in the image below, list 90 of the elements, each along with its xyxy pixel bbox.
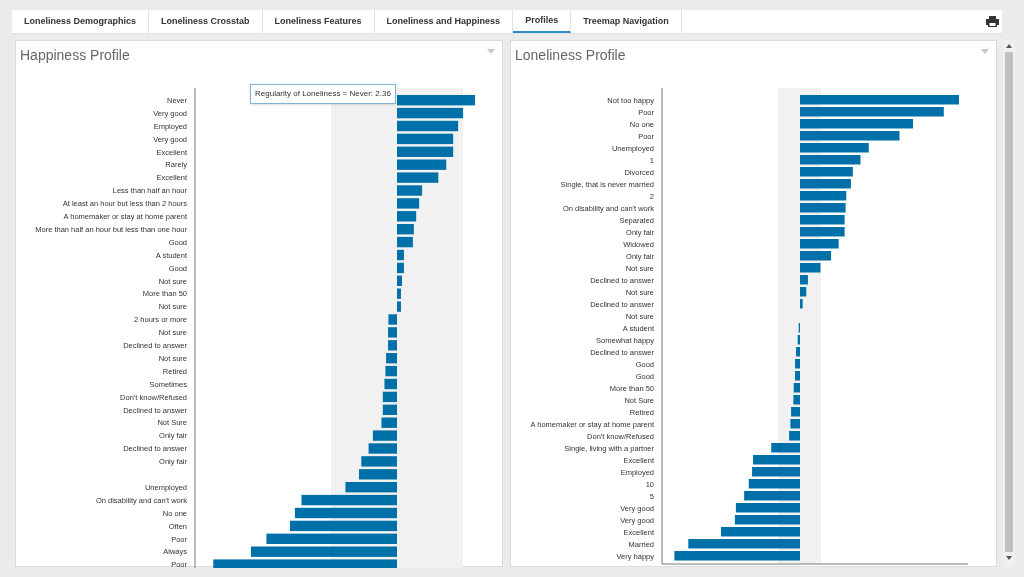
bar[interactable] (800, 107, 944, 117)
bar[interactable] (800, 227, 845, 237)
bar[interactable] (294, 507, 397, 519)
bar[interactable] (800, 239, 839, 249)
print-icon[interactable] (986, 16, 999, 27)
bar[interactable] (397, 262, 404, 274)
tab[interactable]: Profiles (513, 10, 572, 33)
bar[interactable] (359, 469, 397, 480)
bar[interactable] (800, 143, 869, 153)
bar[interactable] (790, 419, 800, 429)
bar[interactable] (345, 482, 397, 493)
bar[interactable] (721, 527, 800, 537)
bar[interactable] (397, 107, 464, 119)
bar[interactable] (800, 167, 853, 177)
panel-title: Loneliness Profile (515, 46, 626, 64)
bar[interactable] (800, 95, 959, 105)
scrollbar-thumb[interactable] (1005, 52, 1013, 552)
bar[interactable] (800, 119, 914, 129)
bar[interactable] (382, 404, 397, 415)
bar[interactable] (674, 551, 800, 561)
bar[interactable] (800, 179, 851, 189)
bar[interactable] (368, 443, 397, 454)
bar[interactable] (793, 395, 800, 405)
bar[interactable] (397, 172, 439, 183)
bar[interactable] (385, 365, 397, 377)
bar[interactable] (753, 455, 800, 465)
bar[interactable] (388, 327, 397, 338)
bar[interactable] (382, 391, 397, 403)
bar[interactable] (771, 443, 800, 453)
bar[interactable] (289, 520, 397, 532)
bar[interactable] (796, 347, 800, 357)
bar[interactable] (800, 155, 861, 165)
bar[interactable] (791, 407, 800, 417)
scrollbar[interactable] (1003, 40, 1015, 567)
bar[interactable] (744, 491, 800, 501)
bar[interactable] (800, 299, 803, 309)
bar[interactable] (795, 371, 800, 381)
bar[interactable] (397, 211, 417, 222)
tab[interactable]: Loneliness Crosstab (149, 10, 263, 33)
bar[interactable] (388, 340, 397, 351)
bar[interactable] (800, 131, 900, 141)
bar[interactable] (397, 236, 413, 248)
bar[interactable] (800, 263, 821, 273)
bar[interactable] (372, 430, 397, 441)
bar[interactable] (734, 515, 800, 525)
bar[interactable] (397, 120, 459, 132)
bar[interactable] (384, 378, 397, 390)
bar[interactable] (800, 287, 807, 297)
bar[interactable] (397, 185, 423, 196)
bar[interactable] (800, 203, 846, 213)
scroll-up-icon[interactable] (1006, 44, 1012, 48)
bar[interactable] (301, 494, 397, 506)
bar[interactable] (752, 467, 800, 477)
bar[interactable] (397, 301, 401, 312)
dropdown-caret-icon[interactable] (981, 49, 989, 54)
bar[interactable] (397, 224, 414, 235)
bar[interactable] (735, 503, 800, 513)
bar[interactable] (361, 456, 397, 467)
bar[interactable] (789, 431, 800, 441)
bar[interactable] (388, 314, 397, 325)
bar[interactable] (397, 159, 447, 170)
bar[interactable] (797, 335, 800, 345)
tab[interactable]: Loneliness Features (262, 10, 375, 33)
bar[interactable] (250, 546, 397, 557)
bar[interactable] (397, 288, 401, 299)
bar[interactable] (800, 215, 845, 225)
bar[interactable] (381, 417, 397, 428)
bar[interactable] (800, 251, 832, 261)
bar[interactable] (397, 275, 402, 286)
bar[interactable] (800, 191, 847, 201)
tab[interactable]: Loneliness Demographics (12, 10, 150, 33)
bar[interactable] (800, 275, 808, 285)
scroll-down-icon[interactable] (1006, 556, 1012, 560)
bar[interactable] (793, 383, 800, 393)
dropdown-caret-icon[interactable] (487, 49, 495, 54)
bar[interactable] (386, 353, 397, 364)
tab[interactable]: Treemap Navigation (571, 10, 682, 33)
bar[interactable] (397, 249, 404, 261)
bar[interactable] (397, 95, 475, 106)
bar[interactable] (266, 533, 397, 544)
bar[interactable] (795, 359, 800, 369)
bar[interactable] (213, 559, 397, 568)
tooltip: Regularity of Loneliness = Never: 2.36 (250, 84, 396, 104)
bar[interactable] (397, 146, 454, 157)
bar[interactable] (688, 539, 800, 549)
panel-title: Happiness Profile (20, 46, 130, 64)
bar[interactable] (397, 133, 454, 145)
tab[interactable]: Loneliness and Happiness (374, 10, 514, 33)
bar[interactable] (748, 479, 800, 489)
bar[interactable] (397, 198, 420, 209)
